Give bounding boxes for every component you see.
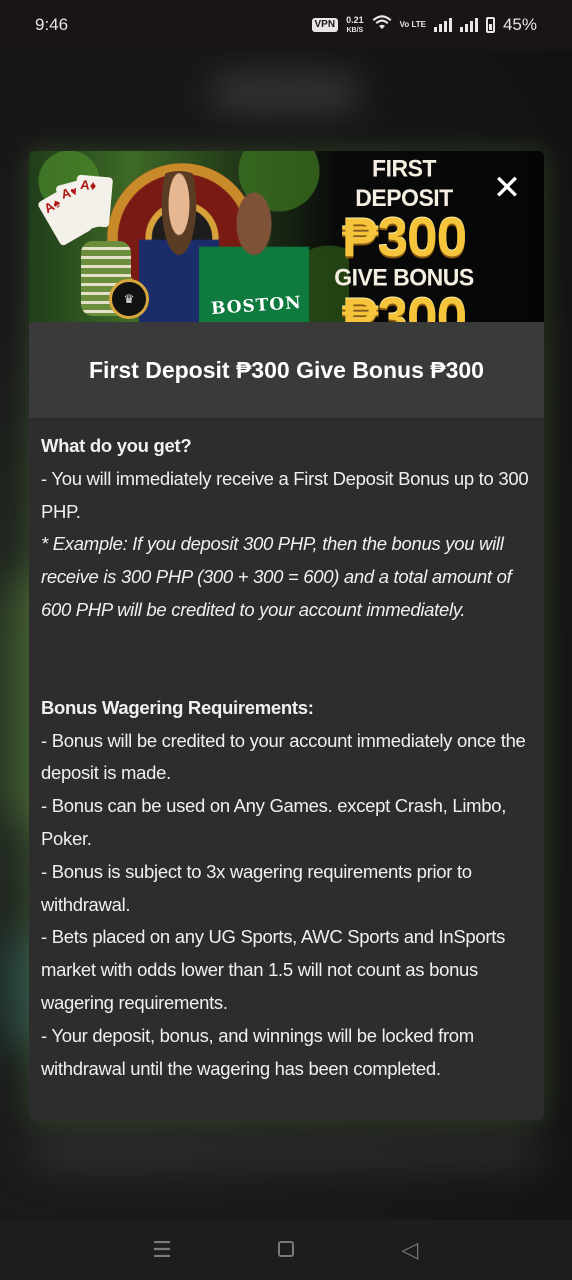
network-speed: 0.21 KB/S [346, 14, 364, 35]
modal-body: What do you get? - You will immediately … [29, 418, 544, 1085]
signal-icon-2 [459, 18, 478, 32]
system-nav-bar: ☰ ◁ [0, 1220, 572, 1280]
network-speed-unit: KB/S [346, 26, 364, 34]
wagering-item: - Bonus will be credited to your account… [41, 729, 526, 784]
section-heading-wagering: Bonus Wagering Requirements: [41, 696, 314, 718]
background-header-blur [210, 75, 360, 110]
modal-title: First Deposit ₱300 Give Bonus ₱300 [89, 357, 484, 383]
vpn-icon: VPN [311, 18, 339, 32]
promo-banner: A♠ A♥ A♦ BOSTON ♛ FIRST DEPOSIT ₱300 GIV… [29, 151, 544, 322]
benefit-line: - You will immediately receive a First D… [41, 467, 529, 522]
status-icons: VPN 0.21 KB/S Vo LTE 45% [311, 14, 537, 36]
promo-headline: FIRST DEPOSIT ₱300 GIVE BONUS ₱300 [329, 155, 479, 322]
brand-logo-icon: ♛ [109, 279, 149, 319]
battery-percent: 45% [502, 15, 537, 34]
wifi-icon [372, 14, 392, 36]
wagering-item: - Your deposit, bonus, and winnings will… [41, 1024, 474, 1079]
promo-line-first-deposit: FIRST DEPOSIT [355, 154, 453, 212]
promo-amount-deposit: ₱300 [341, 206, 467, 268]
signal-icon [433, 18, 452, 32]
volte-icon: Vo LTE [399, 20, 426, 29]
back-icon[interactable]: ◁ [390, 1237, 430, 1263]
network-speed-value: 0.21 [346, 14, 364, 25]
status-bar: 9:46 VPN 0.21 KB/S Vo LTE 45% [0, 0, 572, 50]
status-time: 9:46 [35, 15, 69, 34]
bonus-modal: A♠ A♥ A♦ BOSTON ♛ FIRST DEPOSIT ₱300 GIV… [29, 151, 544, 1120]
wagering-item: - Bonus is subject to 3x wagering requir… [41, 860, 472, 915]
home-icon[interactable] [266, 1237, 306, 1263]
example-text: * Example: If you deposit 300 PHP, then … [41, 533, 512, 620]
promo-amount-bonus: ₱300 [341, 286, 467, 323]
section-heading-benefits: What do you get? [41, 435, 192, 456]
promo-line-give-bonus: GIVE BONUS [334, 263, 474, 291]
close-button[interactable]: ✕ [489, 171, 525, 207]
wagering-item: - Bets placed on any UG Sports, AWC Spor… [41, 926, 506, 1013]
menu-icon[interactable]: ☰ [142, 1237, 182, 1263]
wagering-item: - Bonus can be used on Any Games. except… [41, 795, 507, 849]
modal-title-bar: First Deposit ₱300 Give Bonus ₱300 [29, 322, 544, 418]
battery-icon [485, 17, 495, 33]
background-bottom-blur [30, 1130, 540, 1170]
